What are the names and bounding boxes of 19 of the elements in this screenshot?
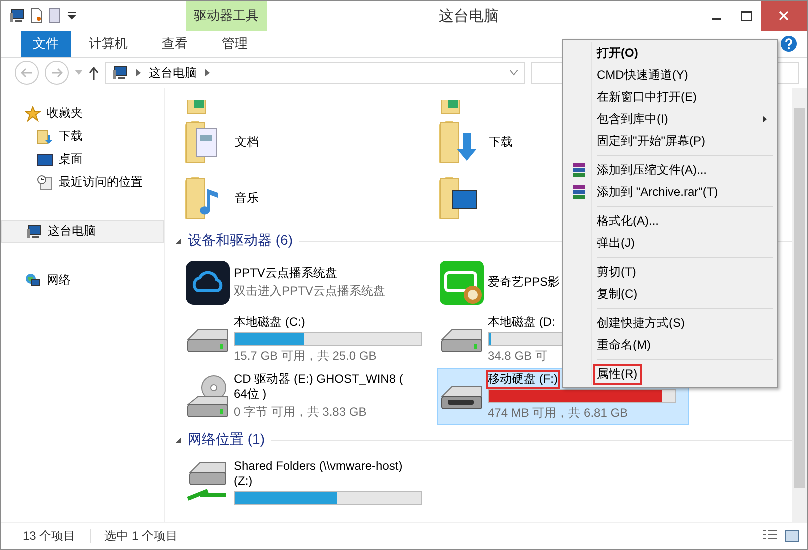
free-space-text: 15.7 GB 可用，共 25.0 GB: [234, 348, 378, 364]
drive-description: 双击进入PPTV云点播系统盘: [234, 282, 386, 300]
context-tab-header: 驱动器工具: [186, 1, 267, 31]
drive-name: PPTV云点播系统盘: [233, 264, 338, 282]
drive-name: 移动硬盘 (F:): [486, 370, 560, 388]
window-title: 这台电脑: [439, 6, 499, 26]
drive-name: 本地磁盘 (D:: [487, 314, 556, 330]
free-space-text: 0 字节 可用，共 3.83 GB: [234, 404, 368, 421]
folder-name: 音乐: [235, 190, 259, 206]
drive-name: 本地磁盘 (C:): [233, 314, 306, 330]
folder-name: 文档: [235, 134, 259, 150]
drive-name: 爱奇艺PPS影: [487, 274, 562, 291]
selection-count: 选中 1 个项目: [104, 528, 178, 544]
drive-name: Shared Folders (\\vmware-host) (Z:): [233, 458, 404, 490]
drive-name: CD 驱动器 (E:) GHOST_WIN8 ( 64位 ): [233, 371, 404, 403]
free-space-text: 474 MB 可用，共 6.81 GB: [488, 404, 630, 422]
item-count: 13 个项目: [23, 528, 76, 544]
free-space-text: 34.8 GB 可: [488, 348, 548, 364]
folder-name: 下载: [489, 134, 513, 150]
